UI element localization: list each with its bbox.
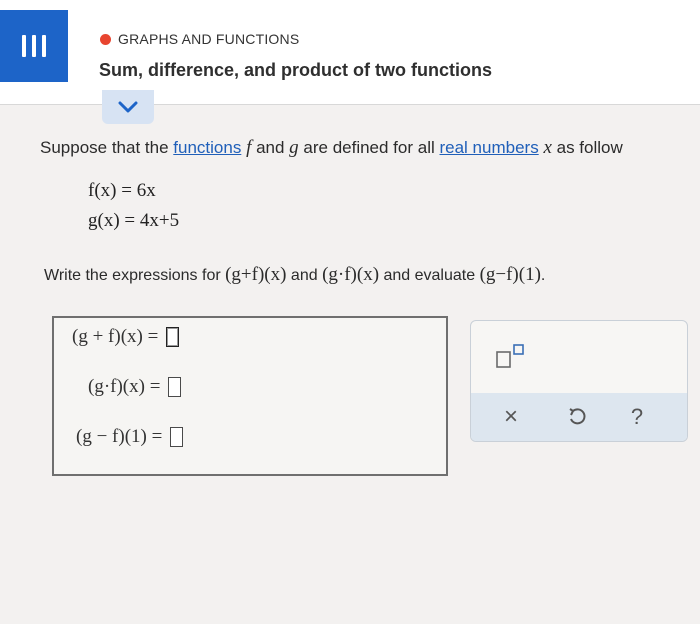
- superscript-icon: [496, 344, 524, 368]
- chevron-down-icon: [118, 101, 138, 113]
- clear-button[interactable]: ×: [495, 401, 527, 433]
- prompt-text: Suppose that the: [40, 138, 174, 157]
- instruction: Write the expressions for (g+f)(x) and (…: [44, 264, 545, 286]
- answer-input-sum[interactable]: [166, 327, 180, 347]
- answer-row-difference: (g − f)(1) =: [76, 426, 184, 448]
- math-tools-panel: × ?: [470, 320, 688, 442]
- f-definition: f(x) = 6x: [88, 180, 156, 201]
- topic-label: GRAPHS AND FUNCTIONS: [100, 31, 299, 47]
- prompt-text: and: [251, 138, 290, 157]
- x-symbol: x: [538, 137, 552, 158]
- instruction-text: .: [540, 267, 546, 284]
- hamburger-icon: [22, 35, 46, 57]
- menu-button[interactable]: [0, 10, 68, 82]
- instruction-text: and: [286, 267, 323, 284]
- undo-button[interactable]: [561, 401, 593, 433]
- page-title: Sum, difference, and product of two func…: [99, 60, 493, 80]
- g-symbol: g: [289, 137, 299, 158]
- answer-row-sum: (g + f)(x) =: [72, 326, 180, 348]
- prompt-text: as follow: [551, 138, 623, 157]
- answer-label: (g − f)(1) =: [76, 426, 163, 447]
- help-button[interactable]: ?: [621, 401, 653, 433]
- exponent-button[interactable]: [489, 339, 533, 373]
- tools-action-bar: × ?: [471, 393, 687, 441]
- topic-status-dot-icon: [100, 33, 111, 45]
- functions-link[interactable]: functions: [173, 138, 241, 157]
- difference-expression: (g−f)(1): [479, 264, 541, 285]
- problem-statement: Suppose that the functions f and g are d…: [40, 137, 623, 159]
- sum-expression: (g+f)(x): [225, 264, 287, 285]
- f-symbol: f: [241, 137, 252, 158]
- instruction-text: Write the expressions for: [44, 267, 226, 284]
- answer-input-product[interactable]: [168, 377, 182, 397]
- g-definition: g(x) = 4x+5: [88, 210, 180, 231]
- real-numbers-link[interactable]: real numbers: [439, 138, 538, 157]
- answer-panel: (g + f)(x) = (g·f)(x) = (g − f)(1) =: [52, 316, 448, 476]
- topic-text: GRAPHS AND FUNCTIONS: [118, 31, 300, 47]
- expand-toggle[interactable]: [102, 90, 154, 124]
- product-expression: (g·f)(x): [322, 264, 380, 285]
- answer-label: (g + f)(x) =: [72, 326, 159, 347]
- answer-row-product: (g·f)(x) =: [88, 376, 182, 398]
- answer-label: (g·f)(x) =: [88, 376, 161, 397]
- answer-input-difference[interactable]: [170, 427, 184, 447]
- instruction-text: and evaluate: [379, 267, 480, 284]
- undo-icon: [569, 408, 586, 425]
- prompt-text: are defined for all: [298, 138, 440, 157]
